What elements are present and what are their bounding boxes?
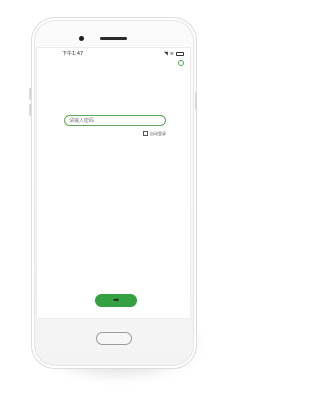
- sync-indicator-icon: [178, 60, 184, 66]
- submit-button[interactable]: ➡: [95, 294, 137, 307]
- signal-icon: ◥: [163, 51, 168, 57]
- auto-login-toggle[interactable]: 自动登录: [143, 131, 166, 136]
- password-input[interactable]: [64, 115, 166, 126]
- auto-login-checkbox[interactable]: [143, 131, 148, 136]
- power-button: [195, 92, 197, 110]
- auto-login-label: 自动登录: [150, 131, 166, 136]
- battery-icon: [176, 52, 184, 56]
- volume-button: [29, 88, 31, 100]
- stage: 下午1:47 ◥ ≋ 自动登录 ➡: [0, 0, 225, 400]
- phone-screen: 下午1:47 ◥ ≋ 自动登录 ➡: [36, 47, 191, 319]
- wifi-icon: ≋: [169, 51, 174, 57]
- volume-button: [29, 104, 31, 116]
- status-time: 下午1:47: [62, 51, 84, 57]
- earpiece-speaker: [100, 37, 127, 40]
- status-icons: ◥ ≋: [164, 51, 184, 57]
- arrow-right-icon: ➡: [113, 297, 119, 304]
- front-camera: [79, 36, 84, 41]
- home-button[interactable]: [96, 332, 132, 345]
